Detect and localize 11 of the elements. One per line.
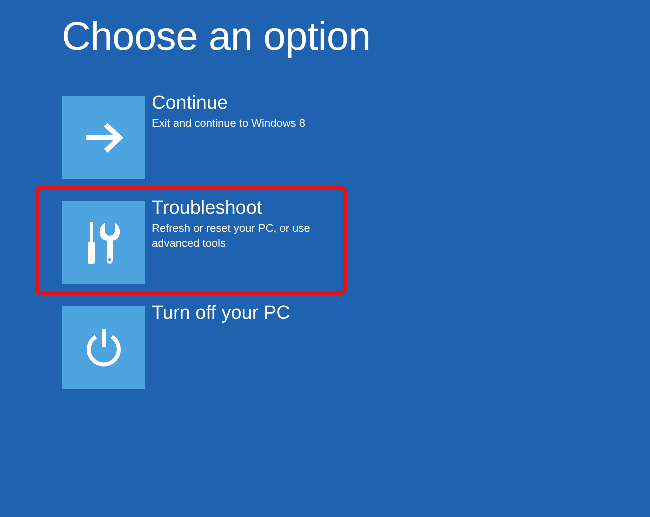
option-tile[interactable] <box>62 306 145 389</box>
tools-icon <box>86 222 120 264</box>
option-title[interactable]: Troubleshoot <box>152 199 262 219</box>
option-title[interactable]: Continue <box>152 94 228 114</box>
option-tile[interactable] <box>62 96 145 179</box>
option-description: Refresh or reset your PC, or use advanced tools <box>152 222 312 252</box>
option-tile[interactable] <box>62 201 145 284</box>
arrow-icon <box>84 122 124 154</box>
option-title[interactable]: Turn off your PC <box>152 304 290 324</box>
screen-title: Choose an option <box>62 14 372 61</box>
option-description: Exit and continue to Windows 8 <box>152 117 306 132</box>
